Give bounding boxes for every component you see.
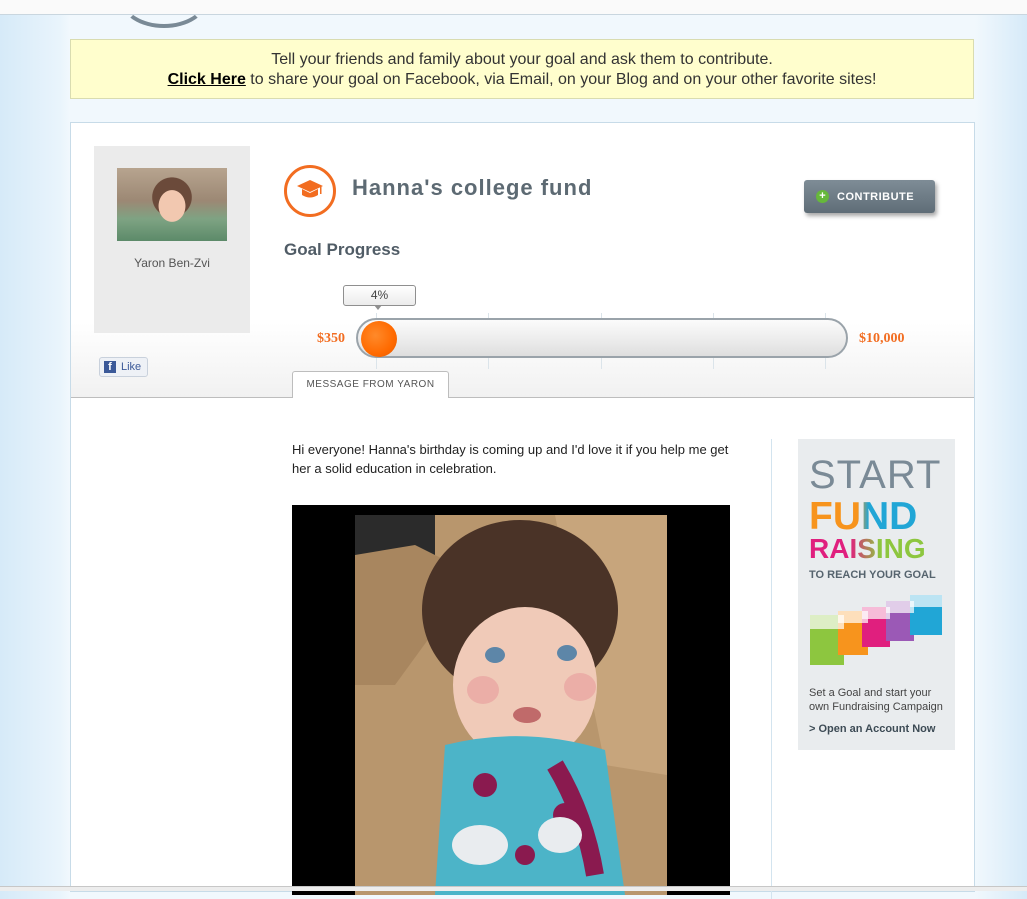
progress-percent-bubble: 4%: [343, 285, 416, 310]
facebook-like-label: Like: [121, 361, 142, 373]
goal-photo[interactable]: [292, 505, 730, 895]
share-click-here-link[interactable]: Click Here: [168, 71, 246, 88]
ad-reach-goal: TO REACH YOUR GOAL: [809, 569, 936, 581]
graduation-cap-glyph: [297, 180, 323, 198]
ad-open-account-link[interactable]: > Open an Account Now: [809, 723, 935, 735]
graduation-cap-icon: [284, 165, 336, 217]
facebook-like-button[interactable]: f Like: [99, 357, 148, 377]
browser-top-strip: [0, 0, 1027, 28]
window-bottom-edge: [0, 886, 1027, 891]
ad-raising: RAISING: [809, 533, 926, 564]
baby-photo-illustration: [355, 515, 667, 895]
goal-header: Yaron Ben-Zvi f Like Hanna's college fun…: [71, 123, 974, 398]
progress-percent-label: 4%: [370, 288, 389, 302]
goal-message: Hi everyone! Hanna's birthday is coming …: [292, 442, 729, 476]
profile-photo[interactable]: [117, 168, 227, 241]
goal-panel: Yaron Ben-Zvi f Like Hanna's college fun…: [70, 122, 975, 899]
progress-target-amount: $10,000: [859, 331, 905, 346]
tab-message-from-yaron[interactable]: MESSAGE FROM YARON: [292, 371, 449, 398]
fundraising-ad[interactable]: START FUND RAISING TO REACH YOUR GOAL Se…: [798, 439, 955, 750]
contribute-button[interactable]: + CONTRIBUTE: [804, 180, 935, 213]
share-notice-line2: Click Here to share your goal on Faceboo…: [71, 70, 973, 90]
progress-knob: [361, 321, 397, 357]
progress-track: [356, 318, 848, 358]
sidebar-divider: [771, 439, 772, 899]
progress-raised-amount: $350: [317, 331, 345, 346]
share-notice-line1: Tell your friends and family about your …: [271, 51, 773, 68]
plus-icon: +: [816, 190, 829, 203]
goal-title: Hanna's college fund: [352, 175, 593, 200]
ad-cards-illustration: [810, 595, 942, 665]
baby-photo: [355, 515, 667, 895]
site-logo-fragment: [120, 0, 208, 28]
contribute-label: CONTRIBUTE: [837, 191, 915, 203]
bubble-tail: [374, 305, 382, 310]
share-notice-line2-text: to share your goal on Facebook, via Emai…: [245, 71, 877, 88]
ad-start: START: [809, 453, 942, 497]
profile-card: Yaron Ben-Zvi: [94, 146, 250, 333]
ad-cta-text: Set a Goal and start your own Fundraisin…: [809, 687, 943, 713]
goal-progress-heading: Goal Progress: [284, 240, 401, 259]
share-notice: Tell your friends and family about your …: [70, 39, 974, 99]
profile-name[interactable]: Yaron Ben-Zvi: [94, 256, 250, 270]
facebook-icon: f: [104, 361, 116, 373]
